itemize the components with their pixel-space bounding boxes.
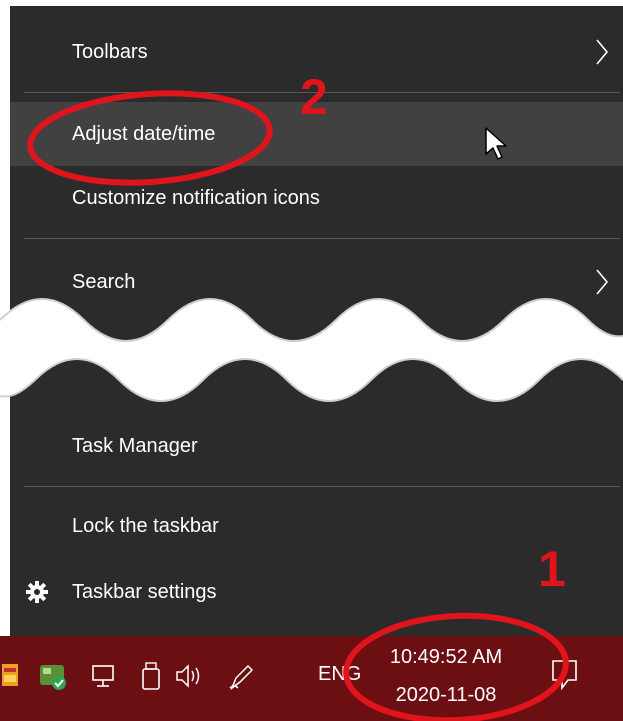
chevron-right-icon xyxy=(596,39,609,65)
taskbar-clock[interactable]: 10:49:52 AM 2020-11-08 xyxy=(366,636,526,721)
menu-item-label: Customize notification icons xyxy=(72,186,320,209)
network-shield-icon[interactable] xyxy=(38,662,68,692)
clock-date: 2020-11-08 xyxy=(395,684,497,706)
menu-separator xyxy=(24,238,620,239)
menu-item-label: Lock the taskbar xyxy=(72,514,219,537)
menu-item-label: Task Manager xyxy=(72,434,198,457)
action-center-icon[interactable] xyxy=(550,658,580,692)
usb-icon[interactable] xyxy=(140,662,162,692)
menu-item-task-manager[interactable]: Task Manager xyxy=(10,414,623,478)
monitor-icon[interactable] xyxy=(90,662,118,690)
menu-item-label: Adjust date/time xyxy=(72,122,216,145)
menu-item-customize-notification-icons[interactable]: Customize notification icons xyxy=(10,166,623,230)
menu-item-lock-the-taskbar[interactable]: Lock the taskbar xyxy=(10,494,623,558)
volume-icon[interactable] xyxy=(174,662,206,690)
clock-time: 10:49:52 AM xyxy=(389,646,503,668)
mouse-cursor-icon xyxy=(485,127,507,160)
menu-item-label: Toolbars xyxy=(72,40,148,63)
taskbar: ENG 10:49:52 AM 2020-11-08 xyxy=(0,636,623,721)
menu-item-label: Taskbar settings xyxy=(72,580,217,603)
menu-item-taskbar-settings[interactable]: Taskbar settings xyxy=(10,560,623,624)
gear-icon xyxy=(26,581,48,603)
app-icon[interactable] xyxy=(2,662,20,688)
language-indicator[interactable]: ENG xyxy=(318,663,361,686)
annotation-marker-2: 2 xyxy=(300,69,328,125)
torn-gap xyxy=(0,298,623,402)
annotation-marker-1: 1 xyxy=(538,541,566,597)
menu-separator xyxy=(24,486,620,487)
pen-icon[interactable] xyxy=(226,662,256,692)
